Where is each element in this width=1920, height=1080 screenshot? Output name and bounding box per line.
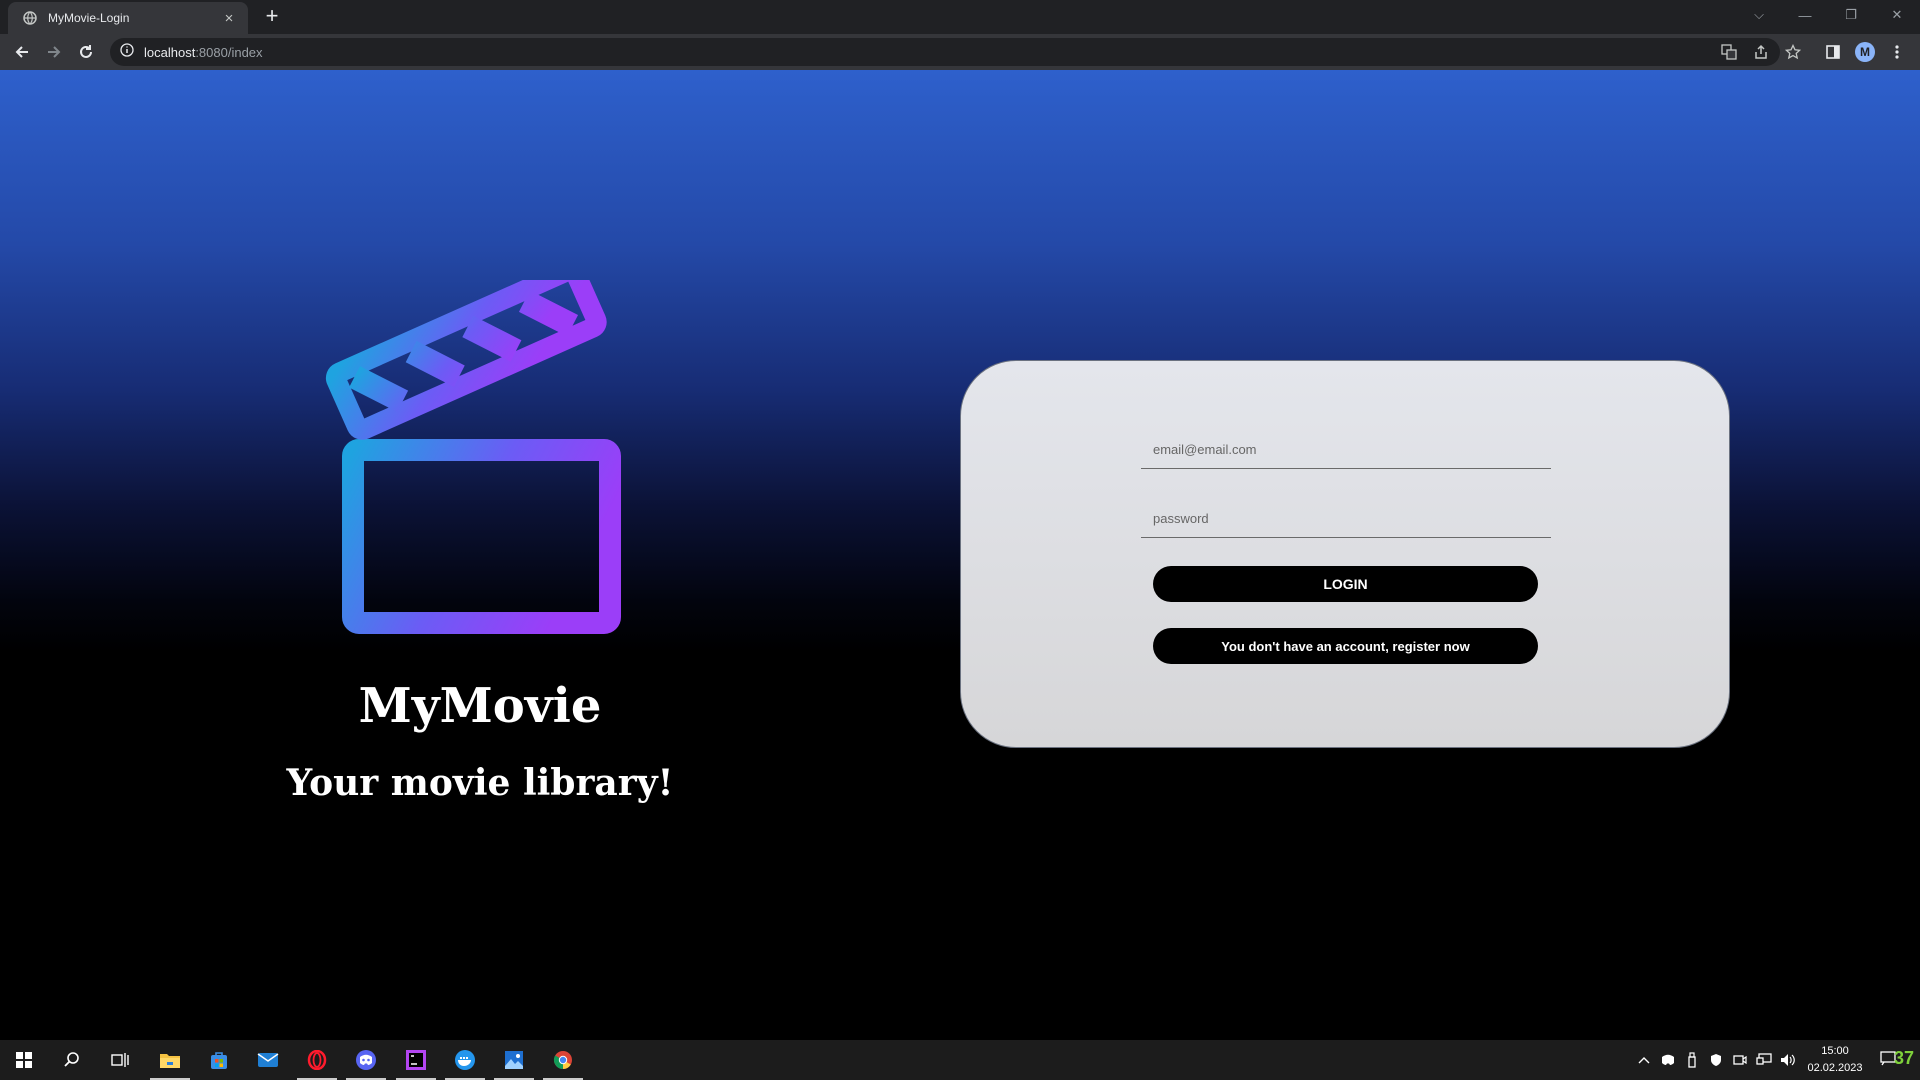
translate-icon[interactable] xyxy=(1717,40,1741,64)
tab-close-icon[interactable]: × xyxy=(220,10,238,27)
notification-center-icon[interactable]: 37 xyxy=(1880,1047,1914,1068)
discord-icon[interactable] xyxy=(342,1040,390,1080)
start-icon[interactable] xyxy=(0,1040,48,1080)
forward-icon[interactable] xyxy=(42,40,66,64)
url-path: :8080/index xyxy=(195,44,263,60)
clock-time: 15:00 xyxy=(1821,1045,1849,1057)
bookmark-star-icon[interactable] xyxy=(1781,40,1805,64)
defender-icon[interactable] xyxy=(1708,1052,1724,1068)
profile-avatar[interactable]: M xyxy=(1853,40,1877,64)
brand-subtitle: Your movie library! xyxy=(286,762,674,804)
notification-count: 37 xyxy=(1893,1047,1914,1068)
photos-icon[interactable] xyxy=(490,1040,538,1080)
profile-initial: M xyxy=(1855,42,1875,62)
chevron-up-icon[interactable] xyxy=(1636,1052,1652,1068)
globe-icon xyxy=(22,10,38,26)
reload-icon[interactable] xyxy=(74,40,98,64)
address-bar[interactable]: localhost:8080/index xyxy=(110,38,1780,66)
search-icon[interactable] xyxy=(48,1040,96,1080)
tab-search-icon[interactable]: ⌵ xyxy=(1736,0,1782,30)
restore-icon[interactable]: ❐ xyxy=(1828,0,1874,30)
phpstorm-icon[interactable] xyxy=(392,1040,440,1080)
mail-icon[interactable] xyxy=(244,1040,292,1080)
store-icon[interactable] xyxy=(195,1040,243,1080)
menu-dots-icon[interactable] xyxy=(1885,40,1909,64)
email-field[interactable] xyxy=(1141,425,1551,469)
url-host: localhost xyxy=(144,44,196,60)
taskbar: 15:00 02.02.2023 37 xyxy=(0,1040,1920,1080)
side-panel-icon[interactable] xyxy=(1821,40,1845,64)
browser-toolbar: localhost:8080/index M xyxy=(0,34,1920,70)
usb-icon[interactable] xyxy=(1684,1052,1700,1068)
clapperboard-icon xyxy=(320,260,640,650)
back-icon[interactable] xyxy=(10,40,34,64)
share-icon[interactable] xyxy=(1749,40,1773,64)
new-tab-button[interactable]: + xyxy=(260,5,284,29)
window-close-icon[interactable]: ✕ xyxy=(1874,0,1920,30)
discord-tray-icon[interactable] xyxy=(1660,1052,1676,1068)
task-view-icon[interactable] xyxy=(96,1040,144,1080)
camera-icon[interactable] xyxy=(1732,1052,1748,1068)
password-field[interactable] xyxy=(1141,494,1551,538)
clock-date: 02.02.2023 xyxy=(1807,1062,1863,1074)
site-info-icon[interactable] xyxy=(120,42,134,62)
tab-title: MyMovie-Login xyxy=(48,11,130,25)
browser-tab[interactable]: MyMovie-Login × xyxy=(8,2,248,34)
minimize-icon[interactable]: — xyxy=(1782,0,1828,30)
docker-icon[interactable] xyxy=(441,1040,489,1080)
taskbar-clock[interactable]: 15:00 02.02.2023 xyxy=(1800,1043,1870,1077)
brand-title: MyMovie xyxy=(358,678,602,734)
page-body: MyMovie Your movie library! LOGIN You do… xyxy=(0,70,1920,1040)
opera-icon[interactable] xyxy=(293,1040,341,1080)
file-explorer-icon[interactable] xyxy=(146,1040,194,1080)
chrome-icon[interactable] xyxy=(539,1040,587,1080)
network-icon[interactable] xyxy=(1756,1052,1772,1068)
login-card: LOGIN You don't have an account, registe… xyxy=(960,360,1730,748)
volume-icon[interactable] xyxy=(1780,1052,1796,1068)
tab-strip: MyMovie-Login × + ⌵ — ❐ ✕ xyxy=(0,0,1920,34)
register-button[interactable]: You don't have an account, register now xyxy=(1153,628,1538,664)
login-button[interactable]: LOGIN xyxy=(1153,566,1538,602)
